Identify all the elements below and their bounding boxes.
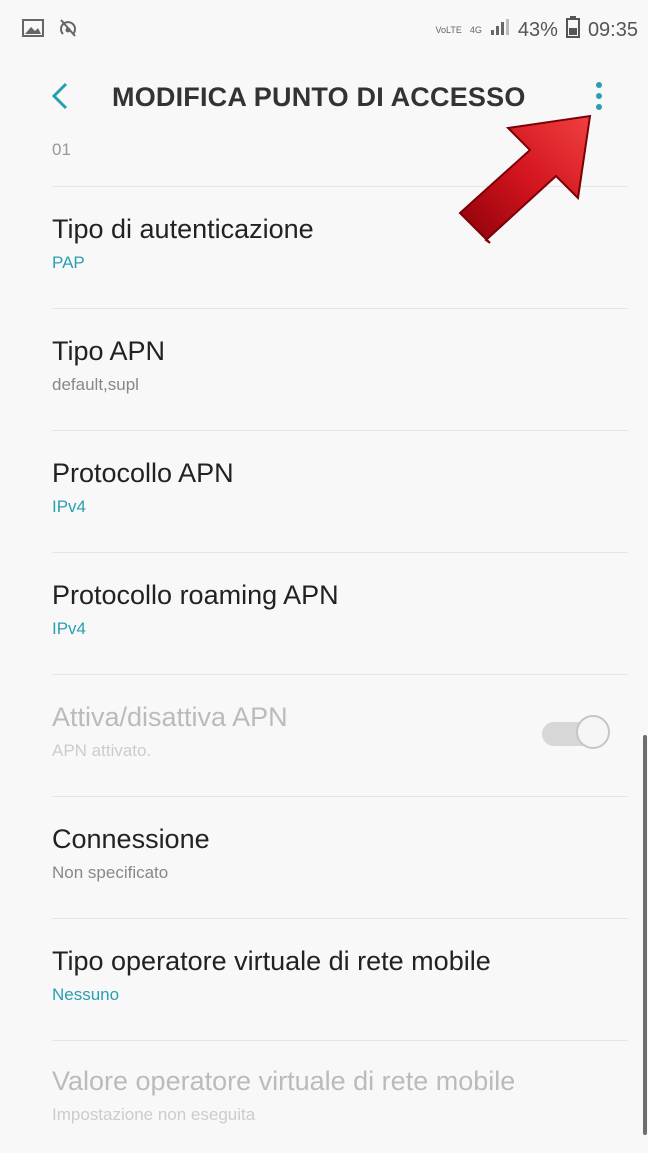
setting-label: Attiva/disattiva APN: [52, 702, 288, 732]
image-icon: [22, 19, 44, 42]
divider: [52, 918, 628, 919]
setting-label: Protocollo APN: [52, 458, 234, 488]
status-right: VoLTE 4G 43% 09:35: [436, 16, 638, 44]
setting-label: Valore operatore virtuale di rete mobile: [52, 1066, 516, 1096]
setting-mvno-value: Valore operatore virtuale di rete mobile…: [52, 1066, 612, 1125]
signal-icon: [490, 18, 510, 42]
setting-value: APN attivato.: [52, 741, 152, 760]
setting-value: Nessuno: [52, 985, 120, 1004]
back-button[interactable]: [40, 74, 80, 118]
apn-enable-switch: [542, 714, 610, 752]
clock: 09:35: [587, 18, 638, 41]
status-left: [22, 18, 80, 43]
divider: [52, 308, 628, 309]
setting-apn-protocol[interactable]: Protocollo APN IPv4: [52, 458, 612, 517]
setting-apn-roaming-protocol[interactable]: Protocollo roaming APN IPv4: [52, 580, 612, 639]
divider: [52, 796, 628, 797]
scrollbar[interactable]: [643, 735, 647, 1135]
battery-percent: 43%: [517, 18, 558, 41]
divider: [52, 674, 628, 675]
chevron-left-icon: [40, 82, 80, 122]
network-4g-indicator: 4G: [469, 24, 482, 35]
setting-value: IPv4: [52, 619, 87, 638]
setting-value: IPv4: [52, 497, 87, 516]
partial-value: 01: [52, 140, 71, 159]
switch-knob: [576, 715, 610, 749]
divider: [52, 430, 628, 431]
volte-indicator: VoLTE: [435, 24, 462, 35]
status-bar: VoLTE 4G 43% 09:35: [0, 0, 648, 60]
battery-icon: [565, 16, 580, 44]
setting-value: Non specificato: [52, 863, 169, 882]
hotspot-icon: [56, 18, 80, 43]
divider: [52, 552, 628, 553]
setting-label: Connessione: [52, 824, 210, 854]
setting-apn-toggle: Attiva/disattiva APN APN attivato.: [52, 702, 612, 761]
setting-value: default,supl: [52, 375, 139, 394]
setting-apn-type[interactable]: Tipo APN default,supl: [52, 336, 612, 395]
setting-value: Impostazione non eseguita: [52, 1105, 256, 1124]
setting-label: Tipo operatore virtuale di rete mobile: [52, 946, 491, 976]
setting-connection[interactable]: Connessione Non specificato: [52, 824, 612, 883]
setting-label: Tipo APN: [52, 336, 166, 366]
setting-mvno-type[interactable]: Tipo operatore virtuale di rete mobile N…: [52, 946, 612, 1005]
arrow-icon: [450, 108, 600, 258]
divider: [52, 1040, 628, 1041]
setting-label: Protocollo roaming APN: [52, 580, 339, 610]
